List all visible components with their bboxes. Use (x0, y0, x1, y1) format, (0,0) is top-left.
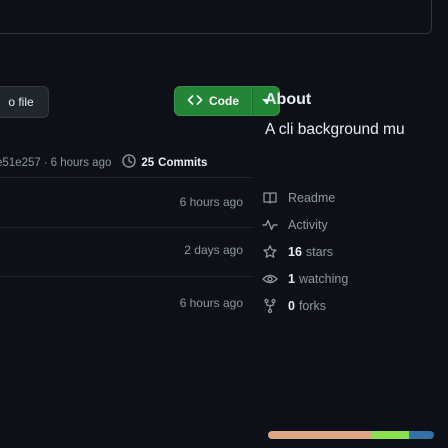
forks-link[interactable]: 0 forks (262, 292, 348, 319)
code-button-label: Code (209, 94, 239, 108)
file-row-age: 2 days ago (184, 243, 243, 257)
watching-label: watching (298, 271, 349, 286)
activity-link[interactable]: Activity (262, 211, 348, 238)
book-icon (262, 190, 278, 206)
commits-link[interactable]: 25 Commits (121, 153, 207, 172)
code-icon (187, 92, 203, 111)
stars-link[interactable]: 16 stars (262, 238, 348, 265)
readme-link[interactable]: Readme (262, 184, 348, 211)
forks-label: forks (298, 298, 327, 313)
go-to-file-button[interactable]: o file (0, 86, 49, 118)
commits-count: 25 (141, 156, 155, 169)
about-links: Readme Activity 16 stars 1 watching 0 fo… (262, 184, 348, 319)
about-description: A cli background mu (265, 121, 405, 138)
code-button[interactable]: Code (174, 86, 252, 116)
stars-label: stars (305, 244, 333, 259)
latest-commit-bar: e51e257 · 6 hours ago 25 Commits (0, 153, 207, 172)
go-to-file-label: o file (8, 95, 34, 109)
readme-label: Readme (288, 190, 336, 205)
row-divider (0, 177, 252, 178)
stars-count: 16 (288, 244, 302, 259)
star-icon (262, 244, 278, 260)
row-divider (0, 227, 252, 228)
forks-count: 0 (288, 298, 295, 313)
commit-separator: · (43, 156, 48, 169)
file-row-age: 6 hours ago (179, 195, 243, 209)
watching-link[interactable]: 1 watching (262, 265, 348, 292)
language-bar (268, 431, 434, 439)
pulse-icon (262, 217, 278, 233)
row-divider (0, 276, 252, 277)
commit-hash[interactable]: e51e257 (0, 157, 41, 169)
language-segment (370, 431, 410, 439)
watching-count: 1 (288, 271, 295, 286)
commits-label: Commits (158, 156, 208, 169)
repo-forked-icon (262, 298, 278, 314)
language-segment (409, 431, 434, 439)
history-icon (121, 153, 137, 172)
about-title: About (265, 91, 312, 108)
language-segment (268, 431, 371, 439)
top-frame (0, 0, 432, 34)
eye-icon (262, 271, 278, 287)
activity-label: Activity (288, 217, 328, 232)
file-row-age: 6 hours ago (179, 296, 243, 310)
commit-age[interactable]: 6 hours ago (51, 157, 112, 169)
